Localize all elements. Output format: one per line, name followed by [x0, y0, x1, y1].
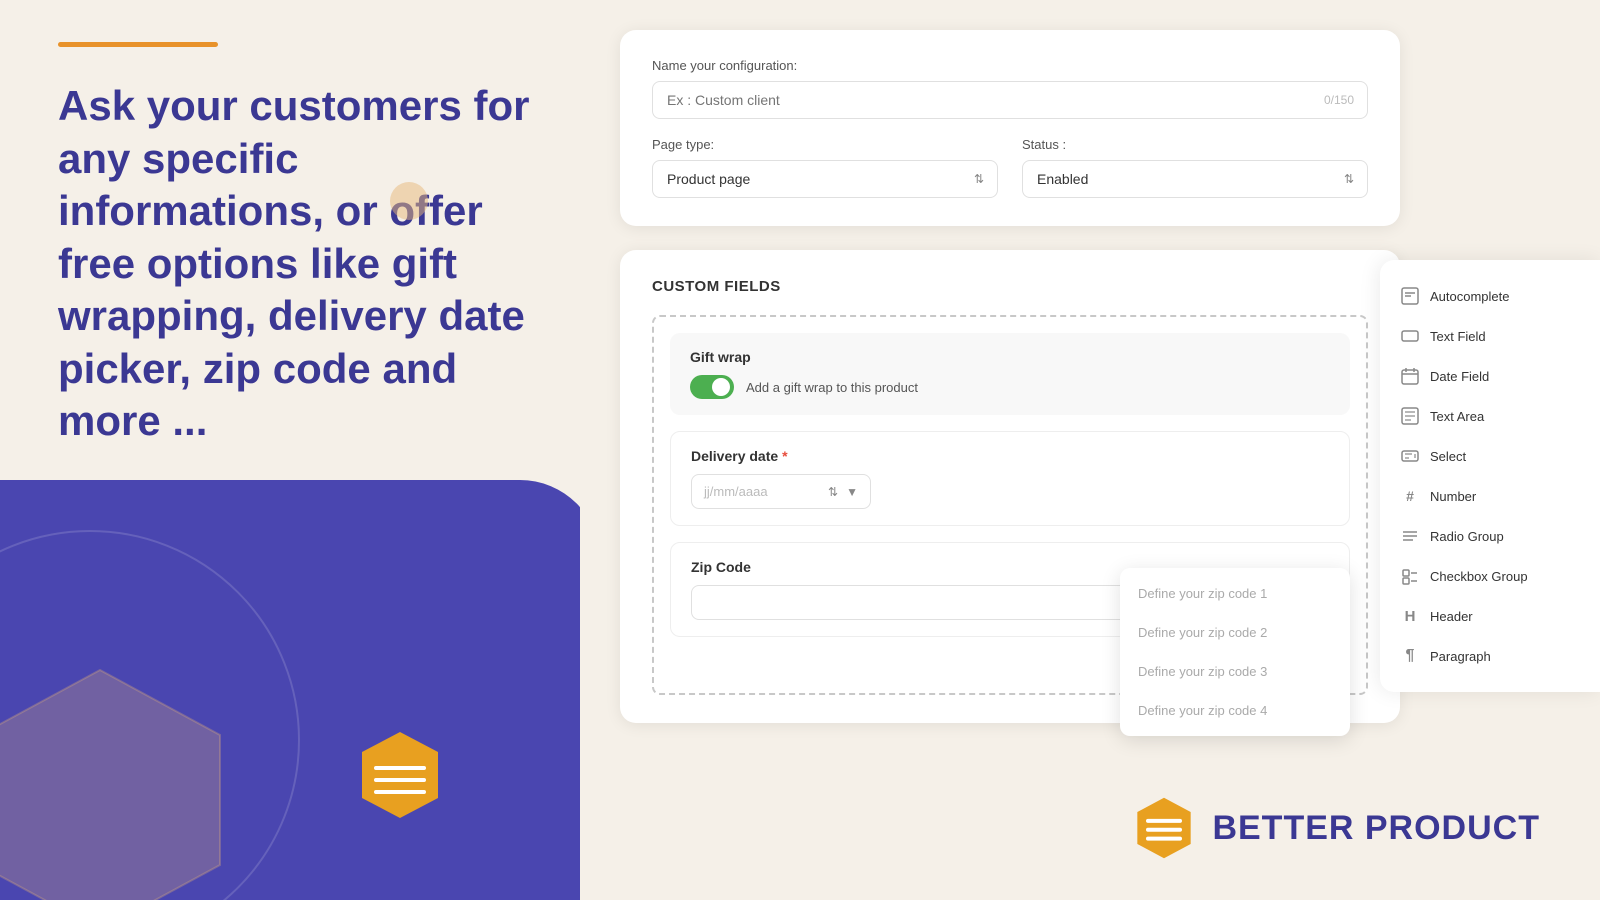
header-label: Header [1430, 609, 1473, 624]
checkbox-group-icon [1400, 566, 1420, 586]
text-area-icon [1400, 406, 1420, 426]
paragraph-icon: ¶ [1400, 646, 1420, 666]
config-card: Name your configuration: 0/150 Page type… [620, 30, 1400, 226]
status-select[interactable]: Enabled Disabled [1022, 160, 1368, 198]
zip-code-input[interactable] [691, 585, 1171, 620]
sidebar-item-radio-group[interactable]: Radio Group [1380, 516, 1600, 556]
status-group: Status : Enabled Disabled [1022, 137, 1368, 198]
brand-logo: BETTER PRODUCT [1132, 796, 1540, 860]
status-select-wrapper: Enabled Disabled [1022, 160, 1368, 198]
zip-option-2[interactable]: Define your zip code 2 [1120, 613, 1350, 652]
brand-name: BETTER PRODUCT [1212, 809, 1540, 848]
paragraph-label: Paragraph [1430, 649, 1491, 664]
date-field-icon [1400, 366, 1420, 386]
orange-bar [58, 42, 218, 47]
text-area-label: Text Area [1430, 409, 1484, 424]
sidebar-item-checkbox-group[interactable]: Checkbox Group [1380, 556, 1600, 596]
name-input[interactable] [652, 81, 1368, 119]
required-star: * [782, 448, 787, 464]
hex-peach-large [0, 660, 230, 900]
hero-text: Ask your customers for any specific info… [58, 80, 548, 448]
text-field-icon [1400, 326, 1420, 346]
number-icon: # [1400, 486, 1420, 506]
toggle-row: Add a gift wrap to this product [690, 375, 1330, 399]
name-label: Name your configuration: [652, 58, 1368, 73]
gift-wrap-widget: Gift wrap Add a gift wrap to this produc… [670, 333, 1350, 415]
radio-group-icon [1400, 526, 1420, 546]
sidebar-item-autocomplete[interactable]: Autocomplete [1380, 276, 1600, 316]
zip-option-4[interactable]: Define your zip code 4 [1120, 691, 1350, 730]
gift-wrap-toggle-label: Add a gift wrap to this product [746, 380, 918, 395]
char-count: 0/150 [1324, 93, 1354, 107]
hex-gold-icon [360, 730, 440, 820]
header-icon: H [1400, 606, 1420, 626]
sidebar-item-select[interactable]: Select [1380, 436, 1600, 476]
page-type-label: Page type: [652, 137, 998, 152]
radio-group-label: Radio Group [1430, 529, 1504, 544]
delivery-date-widget: Delivery date * jj/mm/aaaa ⇅ ▼ [670, 431, 1350, 526]
page-type-select[interactable]: Product page Cart page Checkout page [652, 160, 998, 198]
left-section: Ask your customers for any specific info… [0, 0, 580, 900]
sidebar-item-header[interactable]: H Header [1380, 596, 1600, 636]
row-fields: Page type: Product page Cart page Checko… [652, 137, 1368, 198]
sidebar-item-text-field[interactable]: Text Field [1380, 316, 1600, 356]
sidebar-item-text-area[interactable]: Text Area [1380, 396, 1600, 436]
date-dropdown-icon: ▼ [846, 485, 858, 499]
delivery-date-title: Delivery date * [691, 448, 1329, 464]
sidebar-item-paragraph[interactable]: ¶ Paragraph [1380, 636, 1600, 676]
date-stepper-icon: ⇅ [828, 485, 838, 499]
purple-background [0, 480, 580, 900]
sidebar-item-number[interactable]: # Number [1380, 476, 1600, 516]
status-label: Status : [1022, 137, 1368, 152]
date-field-label: Date Field [1430, 369, 1489, 384]
autocomplete-label: Autocomplete [1430, 289, 1510, 304]
zip-dropdown: Define your zip code 1 Define your zip c… [1120, 568, 1350, 736]
number-label: Number [1430, 489, 1476, 504]
autocomplete-icon [1400, 286, 1420, 306]
gift-wrap-title: Gift wrap [690, 349, 1330, 365]
sidebar-item-date-field[interactable]: Date Field [1380, 356, 1600, 396]
select-icon [1400, 446, 1420, 466]
name-input-wrapper: 0/150 [652, 81, 1368, 119]
section-title: CUSTOM FIELDS [652, 278, 1368, 295]
date-input-text: jj/mm/aaaa [704, 484, 820, 499]
select-label: Select [1430, 449, 1466, 464]
sidebar-panel: Autocomplete Text Field Date Field Text … [1380, 260, 1600, 692]
page-type-select-wrapper: Product page Cart page Checkout page [652, 160, 998, 198]
checkbox-group-label: Checkbox Group [1430, 569, 1528, 584]
brand-hex-icon [1132, 796, 1196, 860]
text-field-label: Text Field [1430, 329, 1486, 344]
zip-option-1[interactable]: Define your zip code 1 [1120, 574, 1350, 613]
page-type-group: Page type: Product page Cart page Checko… [652, 137, 998, 198]
date-input[interactable]: jj/mm/aaaa ⇅ ▼ [691, 474, 871, 509]
decorative-circle-3 [390, 182, 428, 220]
zip-option-3[interactable]: Define your zip code 3 [1120, 652, 1350, 691]
gift-wrap-toggle[interactable] [690, 375, 734, 399]
